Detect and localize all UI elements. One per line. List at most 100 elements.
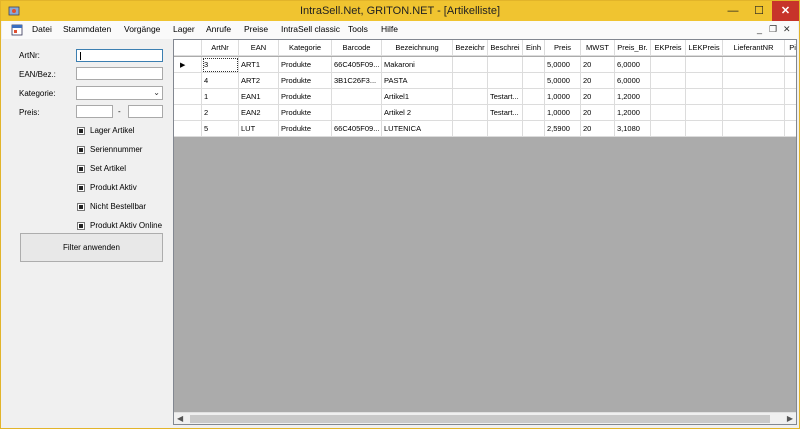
maximize-button[interactable]: ☐ — [746, 1, 772, 21]
table-cell[interactable]: Produkte — [279, 121, 332, 137]
table-cell[interactable] — [332, 105, 382, 121]
column-header[interactable]: Bezeichr — [453, 40, 488, 56]
row-header[interactable]: ▶ — [174, 57, 202, 73]
table-cell[interactable]: LUT — [239, 121, 279, 137]
filter-apply-button[interactable]: Filter anwenden — [20, 233, 163, 262]
table-cell[interactable]: 20 — [581, 73, 615, 89]
table-cell[interactable]: ART1 — [239, 57, 279, 73]
table-cell[interactable] — [686, 105, 723, 121]
menu-intrasell-classic[interactable]: IntraSell classic — [281, 24, 340, 34]
column-header[interactable]: Preis_Br. — [615, 40, 651, 56]
table-cell[interactable] — [453, 121, 488, 137]
row-header[interactable] — [174, 105, 202, 121]
table-cell[interactable]: 1 — [202, 89, 239, 105]
table-cell[interactable] — [523, 57, 545, 73]
table-cell[interactable] — [785, 73, 796, 89]
table-cell[interactable] — [332, 89, 382, 105]
menu-vorgaenge[interactable]: Vorgänge — [124, 24, 160, 34]
table-cell[interactable]: Produkte — [279, 57, 332, 73]
table-cell[interactable] — [651, 105, 686, 121]
table-cell[interactable]: Testart... — [488, 105, 523, 121]
checkbox-box[interactable] — [77, 203, 85, 211]
table-cell[interactable] — [453, 73, 488, 89]
table-cell[interactable]: EAN1 — [239, 89, 279, 105]
table-cell[interactable]: 20 — [581, 121, 615, 137]
scroll-thumb[interactable] — [190, 415, 770, 423]
table-cell[interactable]: Produkte — [279, 105, 332, 121]
table-cell[interactable]: LUTENICA — [382, 121, 453, 137]
table-cell[interactable] — [651, 89, 686, 105]
mdi-close-button[interactable]: ✕ — [783, 24, 791, 35]
row-header[interactable] — [174, 73, 202, 89]
table-cell[interactable] — [523, 73, 545, 89]
table-row[interactable]: ▶ 3 ART1 Produkte 66C405F09... Makaroni 5,0000… — [174, 57, 796, 73]
table-cell[interactable]: 2,5900 — [545, 121, 581, 137]
table-cell[interactable] — [723, 73, 785, 89]
table-cell[interactable] — [488, 121, 523, 137]
table-cell[interactable]: 2 — [202, 105, 239, 121]
mdi-minimize-button[interactable]: _ — [757, 24, 762, 34]
column-header[interactable]: LieferantNR — [723, 40, 785, 56]
menu-anrufe[interactable]: Anrufe — [206, 24, 231, 34]
table-cell[interactable]: Artikel 2 — [382, 105, 453, 121]
table-row[interactable]: 4 ART2 Produkte 3B1C26F3... PASTA 5,0000 20 6,0… — [174, 73, 796, 89]
table-cell[interactable]: ART2 — [239, 73, 279, 89]
table-cell[interactable] — [523, 121, 545, 137]
checkbox-box[interactable] — [77, 184, 85, 192]
table-cell[interactable]: 3,1080 — [615, 121, 651, 137]
menu-hilfe[interactable]: Hilfe — [381, 24, 398, 34]
table-cell[interactable] — [523, 89, 545, 105]
title-bar[interactable]: IntraSell.Net, GRITON.NET - [Artikellist… — [1, 1, 799, 21]
scroll-right-icon[interactable]: ▶ — [787, 414, 793, 423]
checkbox-box[interactable] — [77, 165, 85, 173]
table-cell[interactable]: Produkte — [279, 89, 332, 105]
table-cell[interactable] — [785, 105, 796, 121]
artnr-input[interactable] — [76, 49, 163, 62]
scroll-left-icon[interactable]: ◀ — [177, 414, 183, 423]
column-header[interactable]: Barcode — [332, 40, 382, 56]
menu-datei[interactable]: Datei — [32, 24, 52, 34]
table-cell[interactable]: 1,0000 — [545, 105, 581, 121]
table-cell[interactable] — [651, 73, 686, 89]
table-cell[interactable] — [453, 105, 488, 121]
table-cell[interactable]: Testart... — [488, 89, 523, 105]
table-cell[interactable]: 66C405F09... — [332, 121, 382, 137]
table-cell[interactable]: 5,0000 — [545, 57, 581, 73]
table-row[interactable]: 1 EAN1 Produkte Artikel1 Testart... 1,0000 20 1… — [174, 89, 796, 105]
table-cell[interactable] — [453, 89, 488, 105]
table-cell[interactable]: 66C405F09... — [332, 57, 382, 73]
column-header[interactable]: EAN — [239, 40, 279, 56]
article-grid[interactable]: ArtNr EAN Kategorie Barcode Bezeichnung Bezei… — [173, 39, 797, 425]
table-cell[interactable] — [785, 57, 796, 73]
table-cell[interactable] — [785, 121, 796, 137]
table-row[interactable]: 2 EAN2 Produkte Artikel 2 Testart... 1,0000 20… — [174, 105, 796, 121]
menu-stammdaten[interactable]: Stammdaten — [63, 24, 111, 34]
table-cell[interactable] — [651, 121, 686, 137]
table-cell[interactable] — [453, 57, 488, 73]
table-cell[interactable]: Produkte — [279, 73, 332, 89]
table-cell[interactable]: 6,0000 — [615, 57, 651, 73]
menu-preise[interactable]: Preise — [244, 24, 268, 34]
chevron-down-icon[interactable]: ⌄ — [153, 88, 160, 97]
column-header[interactable]: ArtNr — [202, 40, 239, 56]
column-header[interactable]: Pic — [785, 40, 796, 56]
table-row[interactable]: 5 LUT Produkte 66C405F09... LUTENICA 2,5900 20… — [174, 121, 796, 137]
table-cell[interactable]: 20 — [581, 105, 615, 121]
mdi-restore-button[interactable]: ❐ — [769, 24, 777, 35]
table-cell[interactable]: PASTA — [382, 73, 453, 89]
horizontal-scrollbar[interactable]: ◀ ▶ — [174, 412, 796, 424]
close-button[interactable]: ✕ — [772, 1, 799, 21]
table-cell[interactable] — [723, 121, 785, 137]
table-cell[interactable] — [488, 73, 523, 89]
table-cell[interactable]: 4 — [202, 73, 239, 89]
table-cell[interactable]: EAN2 — [239, 105, 279, 121]
mdi-child-icon[interactable] — [11, 24, 23, 36]
ean-bez-input[interactable] — [76, 67, 163, 80]
table-cell[interactable] — [686, 121, 723, 137]
row-header[interactable] — [174, 89, 202, 105]
table-cell[interactable] — [723, 105, 785, 121]
checkbox-box[interactable] — [77, 222, 85, 230]
table-cell[interactable] — [523, 105, 545, 121]
table-cell[interactable] — [686, 57, 723, 73]
table-cell[interactable] — [723, 57, 785, 73]
